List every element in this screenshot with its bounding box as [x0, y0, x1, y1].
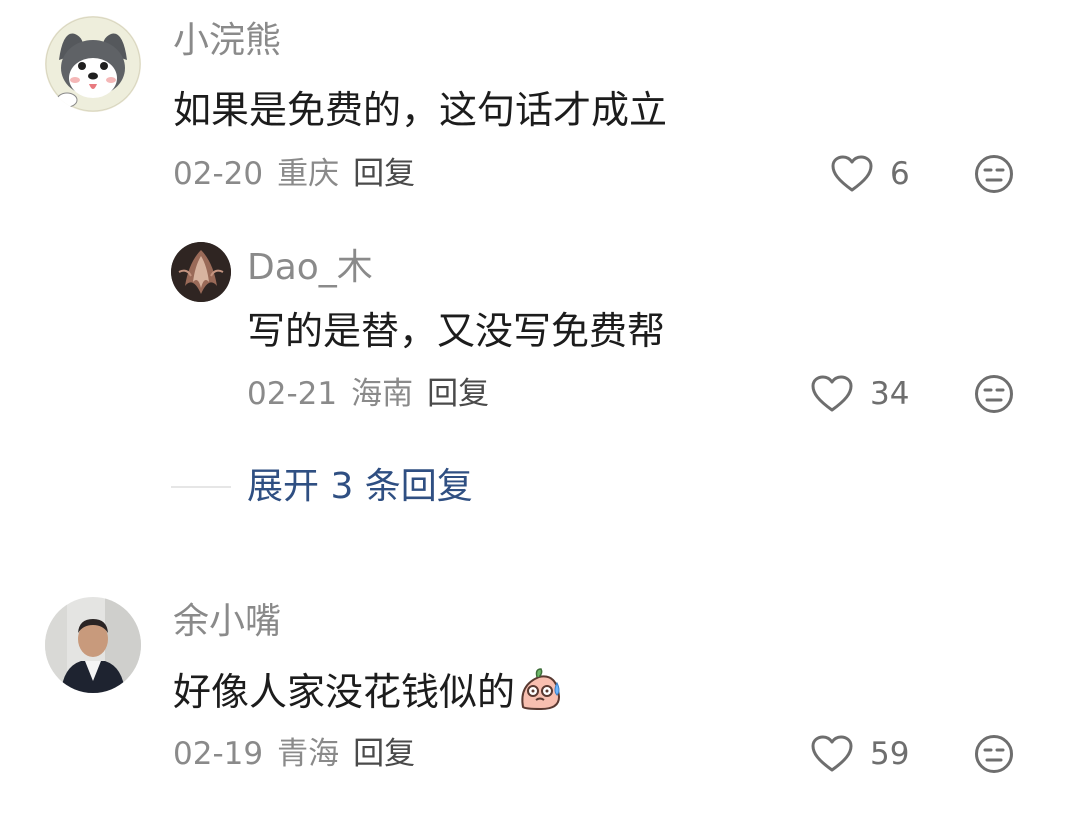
unhappy-face-icon [975, 155, 1013, 193]
comment-text-body: 好像人家没花钱似的 [173, 670, 516, 714]
reply-button[interactable]: 回复 [353, 734, 415, 774]
like-count: 6 [890, 156, 910, 192]
username[interactable]: 小浣熊 [173, 19, 281, 63]
dislike-button[interactable] [974, 374, 1014, 418]
comment-date: 02-20 [173, 156, 264, 192]
heart-icon [831, 155, 873, 192]
dislike-button[interactable] [974, 154, 1014, 198]
comment-text: 好像人家没花钱似的 [173, 667, 563, 722]
unhappy-face-icon [975, 735, 1013, 773]
like-count: 34 [870, 376, 910, 412]
comment-location: 青海 [277, 736, 340, 772]
unhappy-face-icon [975, 375, 1013, 413]
dog-avatar-icon [45, 16, 141, 112]
comment-location: 海南 [351, 376, 414, 412]
heart-icon [811, 375, 853, 412]
dark-art-avatar-icon [171, 242, 231, 302]
sweat-emoji-icon [517, 667, 563, 722]
heart-icon [811, 735, 853, 772]
reply-button[interactable]: 回复 [353, 154, 415, 194]
like-button[interactable]: 6 [830, 154, 910, 194]
comment-text: 如果是免费的，这句话才成立 [173, 88, 668, 132]
comment-location: 重庆 [277, 156, 340, 192]
reply-button[interactable]: 回复 [427, 374, 489, 414]
like-button[interactable]: 34 [810, 374, 909, 414]
comment-meta: 02-19 青海 回复 [173, 734, 415, 774]
man-portrait-avatar-icon [45, 597, 141, 693]
expand-replies-link[interactable]: 展开 3 条回复 [247, 465, 473, 509]
comment-meta: 02-21 海南 回复 [247, 374, 489, 414]
user-avatar[interactable] [45, 597, 141, 693]
reply-item: Dao_木 写的是替，又没写免费帮 02-21 海南 回复 34 [0, 230, 1079, 440]
comment-meta: 02-20 重庆 回复 [173, 154, 415, 194]
username[interactable]: 余小嘴 [173, 600, 281, 644]
user-avatar[interactable] [45, 16, 141, 112]
comment-date: 02-19 [173, 736, 264, 772]
expand-replies[interactable]: 展开 3 条回复 [171, 465, 473, 509]
divider-line [171, 486, 231, 488]
username[interactable]: Dao_木 [247, 246, 373, 290]
comment-item: 小浣熊 如果是免费的，这句话才成立 02-20 重庆 回复 6 [0, 0, 1079, 230]
comment-date: 02-21 [247, 376, 338, 412]
user-avatar[interactable] [171, 242, 231, 302]
like-count: 59 [870, 736, 910, 772]
comment-item: 余小嘴 好像人家没花钱似的 02-19 青海 回复 59 [0, 585, 1079, 813]
comment-text: 写的是替，又没写免费帮 [247, 309, 666, 353]
dislike-button[interactable] [974, 734, 1014, 778]
like-button[interactable]: 59 [810, 734, 909, 774]
